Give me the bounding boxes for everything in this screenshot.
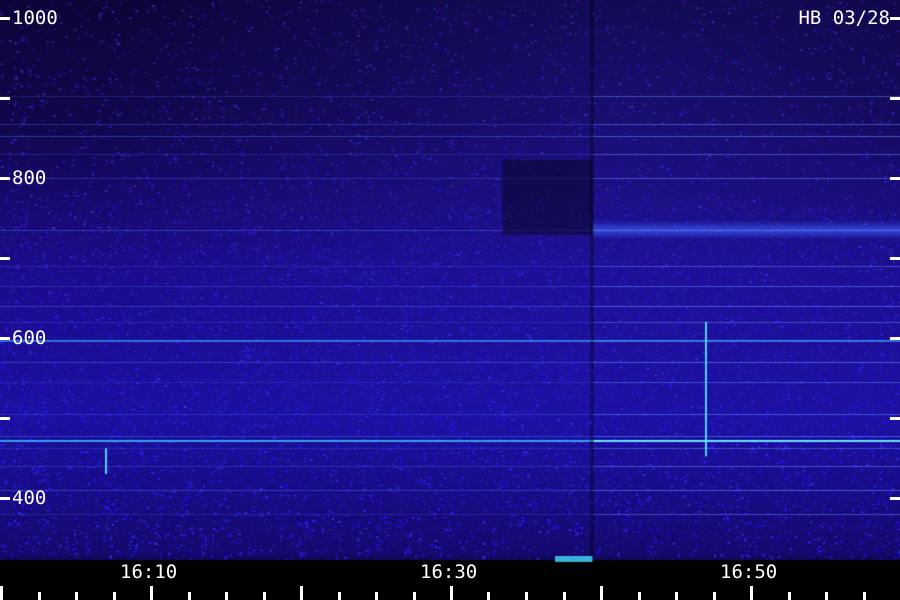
- x-axis-tick: [0, 586, 3, 600]
- x-axis-tick: [375, 592, 378, 600]
- x-axis-tick: [563, 592, 566, 600]
- x-axis-tick: [788, 592, 791, 600]
- x-axis-tick: [150, 586, 153, 600]
- spectrogram-chart: HB 03/28 1000 800 600 400 16:10 16:30 16…: [0, 0, 900, 600]
- x-axis-tick: [338, 592, 341, 600]
- y-tick-label-1000: 1000: [12, 7, 58, 29]
- y-axis-tick: [890, 97, 900, 100]
- y-axis-tick: [890, 337, 900, 340]
- y-axis-tick: [0, 17, 10, 20]
- y-tick-label-800: 800: [12, 167, 47, 189]
- x-axis-tick: [188, 592, 191, 600]
- y-axis-tick: [0, 257, 10, 260]
- x-axis-tick: [675, 592, 678, 600]
- x-axis-tick: [225, 592, 228, 600]
- y-tick-label-400: 400: [12, 487, 47, 509]
- x-axis-tick: [263, 592, 266, 600]
- x-tick-label-1650: 16:50: [720, 561, 778, 583]
- x-tick-label-1630: 16:30: [420, 561, 478, 583]
- x-axis-tick: [750, 586, 753, 600]
- x-axis-tick: [413, 592, 416, 600]
- y-axis-tick: [890, 417, 900, 420]
- y-axis-tick: [890, 257, 900, 260]
- x-axis-tick: [525, 592, 528, 600]
- y-axis-tick: [890, 17, 900, 20]
- x-axis-tick: [638, 592, 641, 600]
- y-axis-tick: [890, 497, 900, 500]
- x-axis-tick: [450, 586, 453, 600]
- x-axis-tick: [75, 592, 78, 600]
- x-axis-tick: [825, 592, 828, 600]
- y-axis-tick: [0, 337, 10, 340]
- x-tick-label-1610: 16:10: [120, 561, 178, 583]
- y-axis-tick: [0, 97, 10, 100]
- spectrogram-noise-layer: [0, 0, 900, 600]
- x-axis-tick: [600, 586, 603, 600]
- x-axis-tick: [863, 592, 866, 600]
- x-axis-tick: [113, 592, 116, 600]
- y-axis-tick: [0, 497, 10, 500]
- y-tick-label-600: 600: [12, 327, 47, 349]
- x-axis-tick: [713, 592, 716, 600]
- x-axis-tick: [487, 592, 490, 600]
- y-axis-tick: [890, 177, 900, 180]
- x-axis-tick: [38, 592, 41, 600]
- y-axis-tick: [0, 417, 10, 420]
- y-axis-tick: [0, 177, 10, 180]
- station-date-stamp: HB 03/28: [798, 7, 890, 29]
- x-axis-tick: [300, 586, 303, 600]
